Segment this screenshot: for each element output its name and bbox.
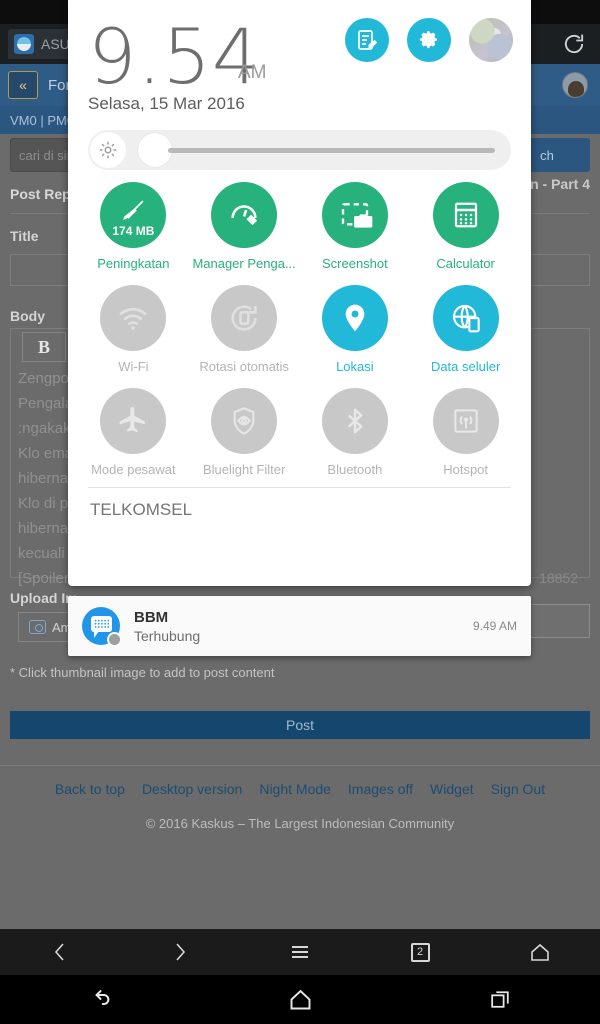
tile-label: Mode pesawat [91, 462, 176, 477]
collapse-left-icon[interactable]: « [8, 71, 38, 99]
post-button[interactable]: Post [10, 711, 590, 739]
tile-label: Lokasi [336, 359, 374, 374]
boost-memory-badge: 174 MB [112, 224, 155, 238]
tile-label: Data seluler [430, 359, 501, 374]
browser-back-icon[interactable] [0, 940, 120, 964]
quick-settings-panel: 9.54 AM Selasa, 15 Mar 2016 174 MB Penin… [68, 0, 531, 586]
browser-forward-icon[interactable] [120, 940, 240, 964]
brightness-slider[interactable] [88, 130, 511, 170]
tile-mode-pesawat[interactable]: Mode pesawat [78, 388, 189, 477]
notification-status-badge [107, 632, 122, 647]
tile-hotspot[interactable]: Hotspot [410, 388, 521, 477]
footer-link-images-off[interactable]: Images off [348, 781, 413, 797]
broom-boost-icon: 174 MB [95, 177, 172, 253]
browser-tabs-count: 2 [410, 942, 430, 962]
tile-lokasi[interactable]: Lokasi [300, 285, 411, 374]
notification-message: Terhubung [134, 627, 201, 644]
home-icon[interactable] [200, 986, 400, 1013]
footer-link-back-to-top[interactable]: Back to top [55, 781, 125, 797]
user-avatar[interactable] [469, 18, 513, 62]
tile-label: Calculator [436, 256, 495, 271]
footer-link-widget[interactable]: Widget [430, 781, 474, 797]
screenshot-icon [321, 182, 388, 248]
tile-rotasi-otomatis[interactable]: Rotasi otomatis [189, 285, 300, 374]
copyright: © 2016 Kaskus – The Largest Indonesian C… [145, 816, 455, 831]
body-field-label: Body [10, 308, 45, 324]
settings-gear-icon[interactable] [407, 18, 451, 62]
notification-text: BBM Terhubung [134, 609, 473, 644]
browser-menu-icon[interactable] [240, 940, 360, 964]
android-nav-bar [0, 975, 600, 1024]
clock-date: Selasa, 15 Mar 2016 [88, 94, 245, 113]
footer-divider [0, 765, 600, 766]
bbm-dots [94, 619, 109, 628]
browser-bottom-toolbar: 2 [0, 929, 600, 975]
browser-tab-title: ASU [41, 36, 70, 52]
calculator-icon [432, 182, 499, 248]
tile-screenshot[interactable]: Screenshot [300, 182, 411, 271]
tile-wifi[interactable]: Wi-Fi [78, 285, 189, 374]
brightness-thumb[interactable] [138, 133, 172, 167]
back-arrow-icon[interactable] [0, 986, 200, 1013]
bbm-icon [82, 607, 122, 647]
notification-time: 9.49 AM [472, 619, 517, 633]
wifi-icon [100, 285, 167, 351]
carrier-name: TELKOMSEL [90, 500, 193, 519]
title-field-label: Title [10, 228, 39, 244]
char-count: 18852 [539, 570, 578, 586]
tile-bluetooth[interactable]: Bluetooth [300, 388, 411, 477]
tile-label: Wi-Fi [118, 359, 149, 374]
auto-brightness-icon[interactable] [90, 132, 126, 168]
mobile-manager-icon [211, 182, 278, 248]
quick-settings-tiles: 174 MB Peningkatan Manager Penga... Scre… [68, 170, 531, 477]
airplane-icon [100, 388, 167, 454]
reload-icon[interactable] [560, 30, 588, 58]
brightness-track[interactable] [168, 147, 495, 153]
tile-label: Bluetooth [327, 462, 383, 477]
tile-label: Hotspot [443, 462, 489, 477]
notification-app-name: BBM [134, 608, 169, 626]
clock-time: 9.54 [88, 12, 262, 101]
bold-button[interactable]: B [22, 332, 66, 362]
tile-data-seluler[interactable]: Data seluler [410, 285, 521, 374]
header-icons [345, 18, 513, 62]
camera-icon [29, 620, 46, 634]
tab-favicon-icon [14, 34, 34, 54]
clock-row: 9.54 AM Selasa, 15 Mar 2016 [68, 0, 531, 130]
browser-tabs-button[interactable]: 2 [360, 942, 480, 962]
footer-link-night-mode[interactable]: Night Mode [259, 781, 331, 797]
tile-row: Wi-Fi Rotasi otomatis Lokasi Data selule… [78, 285, 521, 374]
hotspot-icon [432, 388, 499, 454]
browser-home-icon[interactable] [480, 940, 600, 964]
post-reply-heading: Post Rep [10, 186, 71, 202]
clock-ampm: AM [238, 62, 267, 83]
tile-label: Rotasi otomatis [199, 359, 289, 374]
tile-peningkatan[interactable]: 174 MB Peningkatan [78, 177, 189, 271]
bluetooth-icon [321, 388, 388, 454]
bbm-bubble-shape [91, 616, 112, 638]
tile-manager-pengaturan[interactable]: Manager Penga... [189, 182, 300, 271]
tile-bluelight-filter[interactable]: Bluelight Filter [189, 388, 300, 477]
tile-label: Peningkatan [97, 256, 170, 271]
footer-link-sign-out[interactable]: Sign Out [491, 781, 545, 797]
notification-bbm[interactable]: BBM Terhubung 9.49 AM [68, 596, 531, 656]
tile-label: Screenshot [321, 256, 388, 271]
tile-row: 174 MB Peningkatan Manager Penga... Scre… [78, 177, 521, 271]
tile-label: Manager Penga... [192, 256, 296, 271]
avatar[interactable] [562, 72, 588, 98]
footer-links: Back to top Desktop version Night Mode I… [0, 781, 600, 797]
tile-label: Bluelight Filter [202, 462, 286, 477]
notes-edit-icon[interactable] [345, 18, 389, 62]
auto-rotate-icon [211, 285, 278, 351]
recent-apps-icon[interactable] [400, 987, 600, 1012]
tile-row: Mode pesawat Bluelight Filter Bluetooth … [78, 388, 521, 477]
mobile-data-icon [432, 285, 499, 351]
thumbnail-hint: * Click thumbnail image to add to post c… [10, 665, 275, 680]
footer-link-desktop-version[interactable]: Desktop version [142, 781, 242, 797]
shield-eye-icon [211, 388, 278, 454]
tile-calculator[interactable]: Calculator [410, 182, 521, 271]
location-pin-icon [321, 285, 388, 351]
